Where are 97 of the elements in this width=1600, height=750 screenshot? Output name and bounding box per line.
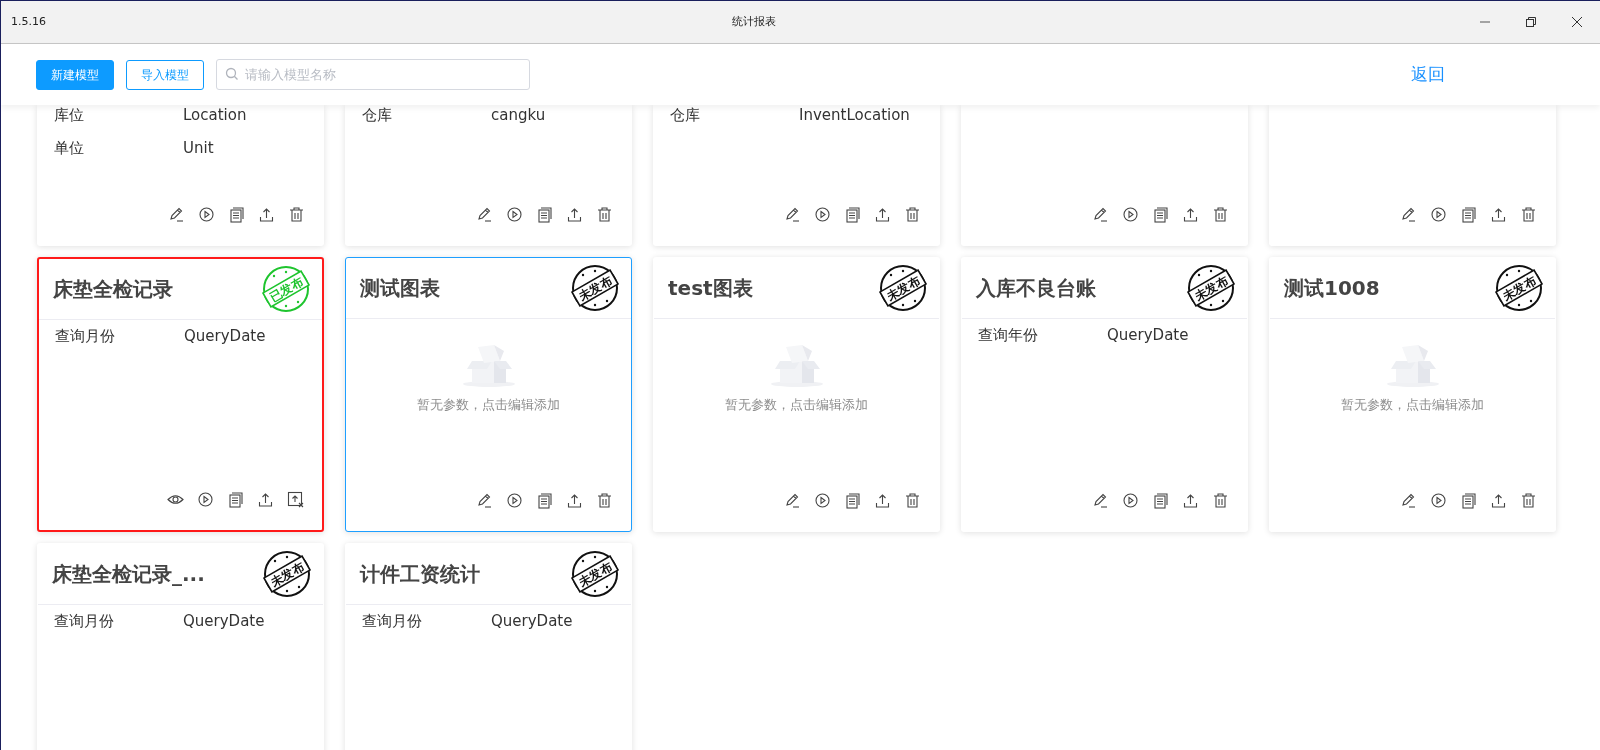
param-label: 查询月份 [55,326,116,348]
status-stamp: 已发布 [262,265,310,313]
trash-icon[interactable] [288,206,305,223]
card-title: test图表 [668,275,753,302]
upload-icon[interactable] [566,492,583,509]
upload-icon[interactable] [1490,206,1507,223]
param-value: Unit [183,138,214,160]
param-value: cangku [491,105,546,127]
upload-icon[interactable] [257,491,274,508]
search-field[interactable]: 请输入模型名称 [216,59,530,90]
play-icon[interactable] [506,206,523,223]
play-icon[interactable] [814,492,831,509]
upload-icon[interactable] [258,206,275,223]
card-title: 床垫全检记录 [53,276,173,303]
play-icon[interactable] [1430,492,1447,509]
trash-icon[interactable] [596,206,613,223]
status-stamp: 未发布 [571,264,619,312]
upload-icon[interactable] [1182,492,1199,509]
empty-hint: 暂无参数，点击编辑添加 [1341,396,1484,414]
param-label: 仓库 [362,105,393,127]
play-icon[interactable] [198,206,215,223]
trash-icon[interactable] [904,492,921,509]
report-card[interactable]: 库位 Location 单位 Unit [37,105,324,246]
status-stamp: 未发布 [263,550,311,598]
report-card[interactable]: 仓库 cangku [345,105,632,246]
card-title: 入库不良台账 [976,275,1096,302]
document-icon[interactable] [228,206,245,223]
pencil-icon[interactable] [1092,206,1109,223]
param-value: Location [183,105,247,127]
play-icon[interactable] [197,491,214,508]
document-icon[interactable] [1152,492,1169,509]
card-title: 测试图表 [360,275,440,302]
document-icon[interactable] [1460,492,1477,509]
trash-icon[interactable] [1520,492,1537,509]
document-icon[interactable] [1152,206,1169,223]
card-title: 计件工资统计 [360,561,480,588]
document-icon[interactable] [844,206,861,223]
param-value: QueryDate [1107,325,1189,347]
report-card[interactable]: 入库不良台账 未发布 查询年份 QueryDate [961,257,1248,532]
card-title: 床垫全检记录_... [52,561,205,588]
pencil-icon[interactable] [168,206,185,223]
trash-icon[interactable] [1520,206,1537,223]
play-icon[interactable] [1122,492,1139,509]
pencil-icon[interactable] [784,206,801,223]
document-icon[interactable] [227,491,244,508]
play-icon[interactable] [506,492,523,509]
pencil-icon[interactable] [1400,206,1417,223]
report-card[interactable]: 测试1008 未发布 暂无参数，点击编辑添加 [1269,257,1556,532]
empty-hint: 暂无参数，点击编辑添加 [417,396,560,414]
close-icon [1571,16,1583,28]
report-card[interactable]: 床垫全检记录 已发布 查询月份 QueryDate [37,257,324,532]
document-icon[interactable] [536,492,553,509]
document-icon[interactable] [1460,206,1477,223]
param-label: 查询月份 [54,611,115,633]
upload-icon[interactable] [566,206,583,223]
param-value: QueryDate [184,326,266,348]
pencil-icon[interactable] [1400,492,1417,509]
pencil-icon[interactable] [476,492,493,509]
pencil-icon[interactable] [784,492,801,509]
param-label: 仓库 [670,105,701,127]
upload-icon[interactable] [874,492,891,509]
restore-icon [1525,16,1537,28]
trash-icon[interactable] [596,492,613,509]
upload-icon[interactable] [1490,492,1507,509]
trash-icon[interactable] [1212,206,1229,223]
param-label: 库位 [54,105,85,127]
trash-icon[interactable] [1212,492,1229,509]
upload-cancel-icon[interactable] [287,491,304,508]
status-stamp: 未发布 [1495,264,1543,312]
pencil-icon[interactable] [476,206,493,223]
trash-icon[interactable] [904,206,921,223]
upload-icon[interactable] [1182,206,1199,223]
play-icon[interactable] [814,206,831,223]
app-version: 1.5.16 [11,13,46,30]
param-label: 单位 [54,138,85,160]
report-card[interactable]: test图表 未发布 暂无参数，点击编辑添加 [653,257,940,532]
play-icon[interactable] [1430,206,1447,223]
param-value: QueryDate [491,611,573,633]
param-value: QueryDate [183,611,265,633]
pencil-icon[interactable] [1092,492,1109,509]
window-title: 统计报表 [732,14,776,28]
card-title: 测试1008 [1284,275,1380,302]
empty-hint: 暂无参数，点击编辑添加 [725,396,868,414]
param-label: 查询年份 [978,325,1039,347]
document-icon[interactable] [536,206,553,223]
report-card[interactable]: 测试图表 未发布 暂无参数，点击编辑添加 [345,257,632,532]
param-label: 查询月份 [362,611,423,633]
play-icon[interactable] [1122,206,1139,223]
param-value: InventLocation [799,105,910,127]
upload-icon[interactable] [874,206,891,223]
document-icon[interactable] [844,492,861,509]
report-card[interactable]: 仓库 InventLocation [653,105,940,246]
status-stamp: 未发布 [571,550,619,598]
status-stamp: 未发布 [879,264,927,312]
status-stamp: 未发布 [1187,264,1235,312]
report-card[interactable]: 床垫全检记录_... 未发布 查询月份 QueryDate [37,543,324,750]
report-card[interactable]: 计件工资统计 未发布 查询月份 QueryDate [345,543,632,750]
